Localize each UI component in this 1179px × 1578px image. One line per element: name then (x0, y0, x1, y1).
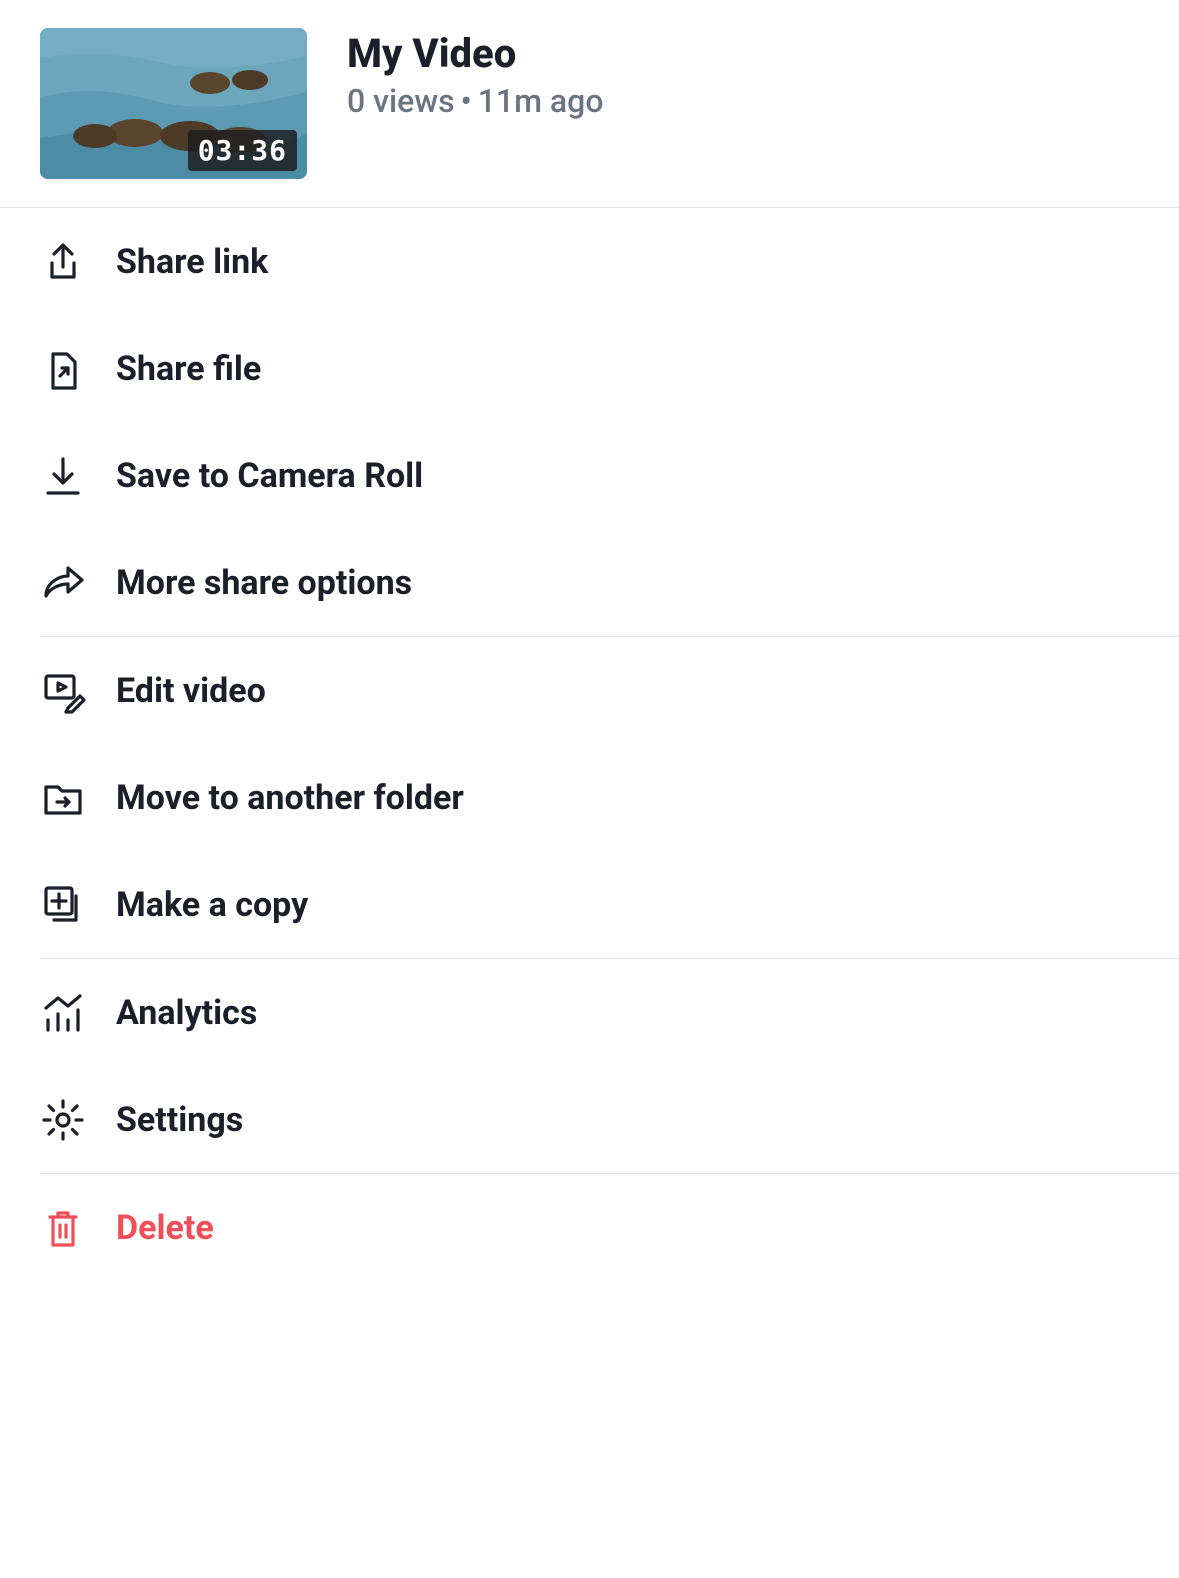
make-copy-item[interactable]: Make a copy (40, 851, 1179, 958)
folder-move-icon (40, 775, 86, 821)
analytics-label: Analytics (116, 993, 257, 1033)
edit-video-item[interactable]: Edit video (40, 637, 1179, 744)
video-title: My Video (347, 32, 603, 76)
save-camera-roll-label: Save to Camera Roll (116, 456, 423, 496)
gear-icon (40, 1097, 86, 1143)
video-header: 03:36 My Video 0 views•11m ago (0, 0, 1179, 207)
share-up-icon (40, 239, 86, 285)
edit-video-label: Edit video (116, 671, 266, 711)
video-subtitle: 0 views•11m ago (347, 82, 603, 120)
delete-label: Delete (116, 1208, 214, 1248)
share-file-item[interactable]: Share file (40, 315, 1179, 422)
action-menu: Share link Share file Save to Camera Rol… (0, 207, 1179, 1281)
video-views: 0 views (347, 82, 455, 120)
settings-item[interactable]: Settings (40, 1066, 1179, 1173)
file-share-icon (40, 346, 86, 392)
make-copy-label: Make a copy (116, 885, 308, 925)
video-title-block: My Video 0 views•11m ago (347, 28, 603, 120)
analytics-item[interactable]: Analytics (40, 959, 1179, 1066)
share-link-label: Share link (116, 242, 268, 282)
download-icon (40, 453, 86, 499)
share-arrow-icon (40, 560, 86, 606)
video-age: 11m ago (478, 82, 604, 120)
move-folder-label: Move to another folder (116, 778, 464, 818)
delete-item[interactable]: Delete (40, 1174, 1179, 1281)
menu-group-meta: Analytics Settings (40, 959, 1179, 1174)
video-thumbnail[interactable]: 03:36 (40, 28, 307, 179)
more-share-item[interactable]: More share options (40, 529, 1179, 636)
share-link-item[interactable]: Share link (40, 208, 1179, 315)
video-duration-badge: 03:36 (188, 130, 297, 171)
more-share-label: More share options (116, 563, 412, 603)
menu-group-edit: Edit video Move to another folder Make a… (40, 637, 1179, 959)
menu-group-share: Share link Share file Save to Camera Rol… (40, 208, 1179, 637)
trash-icon (40, 1205, 86, 1251)
move-folder-item[interactable]: Move to another folder (40, 744, 1179, 851)
menu-group-danger: Delete (40, 1174, 1179, 1281)
settings-label: Settings (116, 1100, 243, 1140)
copy-plus-icon (40, 882, 86, 928)
edit-video-icon (40, 668, 86, 714)
share-file-label: Share file (116, 349, 261, 389)
subtitle-separator: • (455, 82, 478, 120)
save-camera-roll-item[interactable]: Save to Camera Roll (40, 422, 1179, 529)
analytics-icon (40, 990, 86, 1036)
